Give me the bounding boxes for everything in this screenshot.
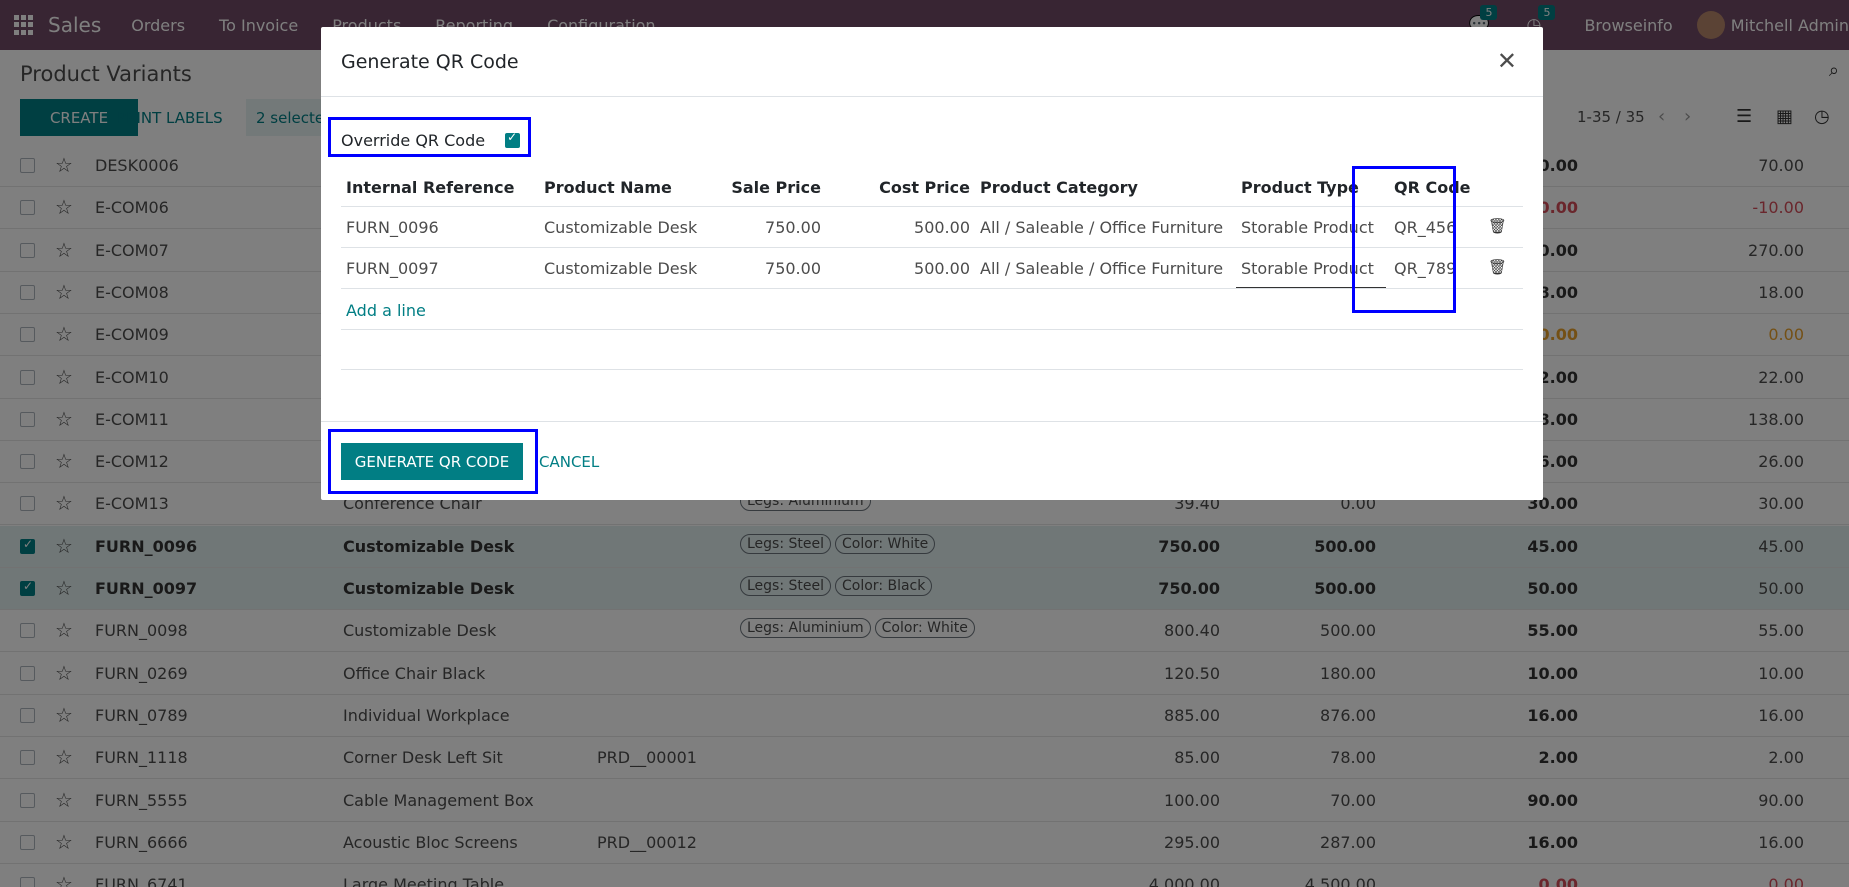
column-cost-price[interactable]: Cost Price — [811, 178, 970, 197]
table-row[interactable]: FURN_0096 Customizable Desk 750.00 500.0… — [341, 207, 1523, 248]
line-internal-reference: FURN_0096 — [346, 218, 439, 237]
line-internal-reference: FURN_0097 — [346, 259, 439, 278]
dialog-title: Generate QR Code — [341, 51, 519, 73]
add-line-link[interactable]: Add a line — [346, 301, 426, 320]
column-internal-reference[interactable]: Internal Reference — [346, 178, 514, 197]
close-icon[interactable]: ✕ — [1497, 47, 1517, 75]
highlight-qr-column-box — [1352, 166, 1456, 313]
line-sale-price: 750.00 — [765, 218, 821, 237]
table-header: Internal Reference Product Name Sale Pri… — [341, 167, 1523, 207]
column-product-name[interactable]: Product Name — [544, 178, 672, 197]
line-product-category: All / Saleable / Office Furniture — [980, 218, 1224, 237]
column-sale-price[interactable]: Sale Price — [671, 178, 821, 197]
empty-row — [341, 330, 1523, 370]
add-line-row: Add a line — [341, 289, 1523, 330]
highlight-override-box — [328, 117, 531, 157]
line-sale-price: 750.00 — [765, 259, 821, 278]
column-product-category[interactable]: Product Category — [980, 178, 1138, 197]
line-cost-price: 500.00 — [914, 218, 970, 237]
trash-icon[interactable]: 🗑 — [1488, 217, 1507, 235]
highlight-generate-box — [328, 429, 538, 494]
line-product-category: All / Saleable / Office Furniture — [980, 259, 1224, 278]
table-row[interactable]: FURN_0097 Customizable Desk 750.00 500.0… — [341, 248, 1523, 289]
dialog-header: Generate QR Code ✕ — [321, 27, 1543, 97]
cancel-button[interactable]: CANCEL — [539, 443, 599, 480]
trash-icon[interactable]: 🗑 — [1488, 258, 1507, 276]
line-cost-price: 500.00 — [914, 259, 970, 278]
column-product-type[interactable]: Product Type — [1241, 178, 1359, 197]
